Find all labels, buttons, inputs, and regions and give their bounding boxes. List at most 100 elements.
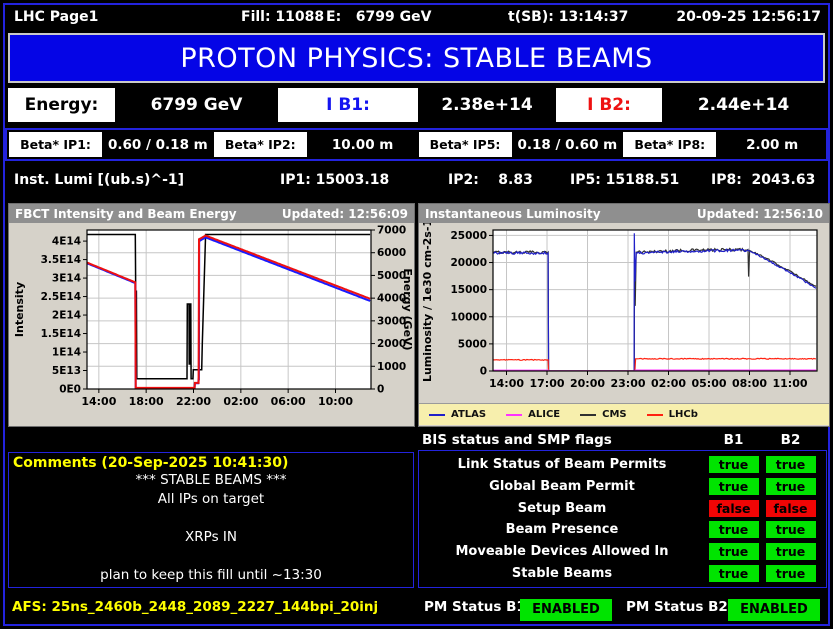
fbct-chart-title: FBCT Intensity and Beam Energy xyxy=(15,206,237,221)
comment-line xyxy=(13,547,409,566)
svg-text:1E14: 1E14 xyxy=(52,347,81,359)
bis-row-label: Stable Beams xyxy=(511,566,613,582)
bis-flag-b2: true xyxy=(765,521,816,539)
intensity-b2-value: 2.44e+14 xyxy=(662,88,825,122)
legend-dash-icon xyxy=(580,413,597,416)
fbct-chart-body: 0E0 5E13 1E14 1.5E14 2E14 2.5E14 3E14 3.5E14 4E1… xyxy=(9,223,414,426)
svg-text:7000: 7000 xyxy=(377,225,406,237)
legend-dash-icon xyxy=(646,413,663,416)
top-status-bar: LHC Page1 Fill: 11088 E: 6799 GeV t(SB):… xyxy=(8,6,825,30)
legend-item-cms: CMS xyxy=(580,409,627,420)
fill-number: Fill: 11088 xyxy=(241,9,325,25)
comment-line: All IPs on target xyxy=(157,491,265,507)
fbct-intensity-chart: FBCT Intensity and Beam Energy Updated: … xyxy=(8,203,415,427)
bis-header: BIS status and SMP flags B1 B2 xyxy=(420,429,827,450)
bis-row: Setup Beam false false xyxy=(419,499,826,517)
bis-flag-b2: true xyxy=(765,565,816,583)
page-title: PROTON PHYSICS: STABLE BEAMS xyxy=(8,33,825,83)
bis-flag-b1: true xyxy=(708,543,759,561)
lumi-ip1: IP1: 15003.18 xyxy=(280,172,390,188)
energy-label: Energy: xyxy=(8,88,115,122)
svg-text:Luminosity / 1e30 cm-2s-1: Luminosity / 1e30 cm-2s-1 xyxy=(421,223,434,382)
bis-row-label: Moveable Devices Allowed In xyxy=(455,544,669,560)
beta-ip2-value: 10.00 m xyxy=(331,136,394,153)
lumi-chart-updated: Updated: 12:56:10 xyxy=(696,206,823,221)
beta-ip5-label: Beta* IP5: xyxy=(418,132,512,157)
svg-text:20000: 20000 xyxy=(450,257,487,269)
bis-flag-b1: true xyxy=(708,521,759,539)
svg-text:06:00: 06:00 xyxy=(271,395,306,408)
beta-ip5-value: 0.18 / 0.60 m xyxy=(517,136,618,153)
fbct-chart-plot: 0E0 5E13 1E14 1.5E14 2E14 2.5E14 3E14 3.5E14 4E1… xyxy=(13,225,412,409)
svg-text:0E0: 0E0 xyxy=(59,384,81,396)
svg-text:20:00: 20:00 xyxy=(570,377,605,390)
legend-item-lhcb: LHCb xyxy=(646,409,698,420)
intensity-b2-label: I B2: xyxy=(556,88,662,122)
svg-text:11:00: 11:00 xyxy=(773,377,808,390)
bis-flag-b2: true xyxy=(765,477,816,495)
time-in-stable-beams: t(SB): 13:14:37 xyxy=(508,9,629,25)
bis-flag-b2: true xyxy=(765,543,816,561)
svg-text:14:00: 14:00 xyxy=(489,377,524,390)
bis-col-b2: B2 xyxy=(780,431,801,448)
comment-line xyxy=(13,509,409,528)
svg-text:14:00: 14:00 xyxy=(81,395,116,408)
beam-energy-readout: E: 6799 GeV xyxy=(326,9,432,25)
inst-lumi-row: Inst. Lumi [(ub.s)^-1] IP1: 15003.18 IP2… xyxy=(8,164,825,196)
lumi-ip2: IP2: 8.83 xyxy=(448,172,533,188)
bis-title: BIS status and SMP flags xyxy=(422,431,612,448)
pm-status-b1-value: ENABLED xyxy=(520,599,612,621)
lumi-ip8: IP8: 2043.63 xyxy=(711,172,816,188)
lumi-legend: ATLAS ALICE CMS LHCb xyxy=(419,403,829,425)
bis-row-label: Beam Presence xyxy=(505,522,619,538)
datetime: 20-09-25 12:56:17 xyxy=(676,9,821,25)
svg-text:4E14: 4E14 xyxy=(52,236,81,248)
pm-status-b2-value: ENABLED xyxy=(728,599,820,621)
beta-ip1-label: Beta* IP1: xyxy=(9,132,102,157)
legend-dash-icon xyxy=(506,413,523,416)
inst-lumi-label: Inst. Lumi [(ub.s)^-1] xyxy=(14,172,185,188)
svg-text:Intensity: Intensity xyxy=(13,282,26,337)
svg-text:3.5E14: 3.5E14 xyxy=(41,254,81,266)
legend-label: LHCb xyxy=(668,409,698,420)
comment-line: XRPs IN xyxy=(185,529,237,545)
legend-label: ALICE xyxy=(528,409,561,420)
intensity-b1-label: I B1: xyxy=(278,88,418,122)
svg-text:10000: 10000 xyxy=(450,311,487,323)
svg-text:0: 0 xyxy=(480,366,487,378)
legend-dash-icon xyxy=(429,413,445,416)
svg-text:2E14: 2E14 xyxy=(52,310,81,322)
fbct-chart-updated: Updated: 12:56:09 xyxy=(281,206,408,221)
bis-row: Stable Beams true true xyxy=(419,565,826,583)
svg-text:0: 0 xyxy=(377,384,384,396)
bis-flag-b1: true xyxy=(708,477,759,495)
bis-row: Moveable Devices Allowed In true true xyxy=(419,543,826,561)
bis-flags-box: Link Status of Beam Permits true true Gl… xyxy=(418,450,827,588)
bis-row-label: Link Status of Beam Permits xyxy=(457,456,667,472)
legend-item-alice: ALICE xyxy=(506,409,560,420)
comment-line: *** STABLE BEAMS *** xyxy=(135,472,287,488)
luminosity-chart: Instantaneous Luminosity Updated: 12:56:… xyxy=(418,203,830,427)
beta-ip8-value: 2.00 m xyxy=(746,136,799,153)
bis-row-label: Setup Beam xyxy=(517,500,607,516)
fbct-chart-header: FBCT Intensity and Beam Energy Updated: … xyxy=(9,204,414,223)
app-title: LHC Page1 xyxy=(14,9,99,25)
comment-line: plan to keep this fill until ~13:30 xyxy=(100,567,322,583)
svg-text:15000: 15000 xyxy=(450,284,487,296)
legend-label: CMS xyxy=(602,409,627,420)
beta-ip2-label: Beta* IP2: xyxy=(213,132,307,157)
bis-col-b1: B1 xyxy=(723,431,744,448)
svg-text:22:00: 22:00 xyxy=(176,395,211,408)
beta-ip8-label: Beta* IP8: xyxy=(623,132,717,157)
svg-text:1.5E14: 1.5E14 xyxy=(41,328,81,340)
svg-text:6000: 6000 xyxy=(377,247,406,259)
footer-bar: AFS: 25ns_2460b_2448_2089_2227_144bpi_20… xyxy=(8,594,825,622)
bis-flag-b1: true xyxy=(708,565,759,583)
legend-item-atlas: ATLAS xyxy=(429,409,486,420)
bis-flag-b2: false xyxy=(765,499,816,517)
energy-intensity-row: Energy: 6799 GeV I B1: 2.38e+14 I B2: 2.… xyxy=(8,88,825,122)
bis-flag-b1: false xyxy=(708,499,759,517)
svg-text:5000: 5000 xyxy=(458,338,487,350)
svg-text:02:00: 02:00 xyxy=(651,377,686,390)
svg-text:05:00: 05:00 xyxy=(692,377,727,390)
